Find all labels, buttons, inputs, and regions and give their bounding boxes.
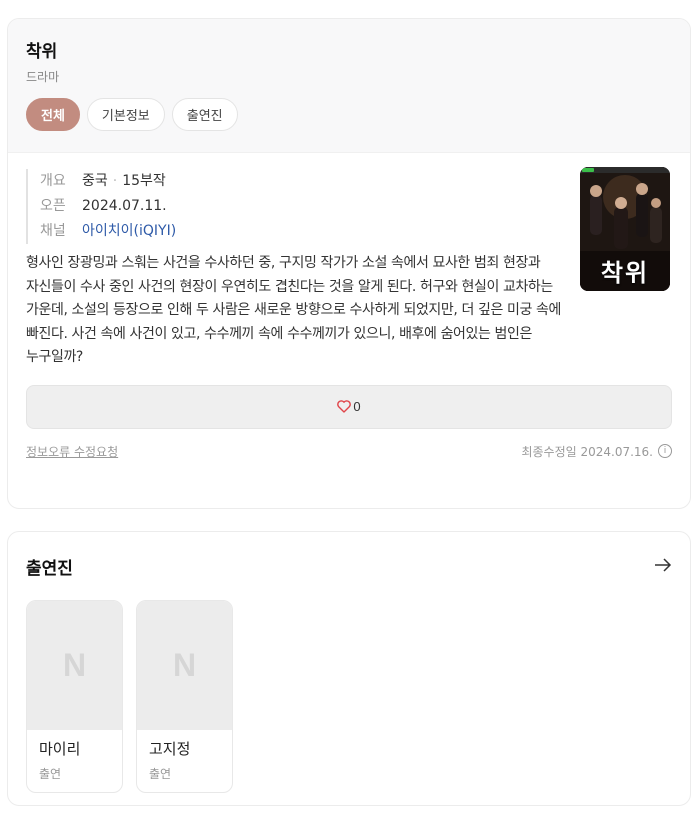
- channel-link[interactable]: 아이치이(iQIYI): [82, 219, 176, 244]
- tab-basic-info[interactable]: 기본정보: [86, 98, 165, 131]
- cast-name: 고지정: [149, 740, 191, 758]
- report-error-link[interactable]: 정보오류 수정요청: [26, 443, 118, 460]
- meta-open-date: 2024.07.11.: [82, 198, 167, 214]
- drama-poster[interactable]: 착위: [580, 167, 670, 291]
- like-count: 0: [353, 399, 361, 415]
- meta-episodes: 15부작: [122, 173, 166, 189]
- cast-name: 마이리: [39, 740, 81, 758]
- n-logo-icon: N: [62, 647, 87, 683]
- tab-all[interactable]: 전체: [26, 98, 80, 131]
- drama-title: 착위: [26, 42, 58, 62]
- info-tabs: 전체 기본정보 출연진: [26, 98, 672, 131]
- heart-icon: [337, 400, 352, 414]
- meta-overview: 개요 중국 · 15부작: [40, 169, 326, 194]
- info-footer: 정보오류 수정요청 최종수정일 2024.07.16. i: [26, 443, 672, 460]
- like-button[interactable]: 0: [26, 384, 672, 429]
- info-header: 착위 드라마 전체 기본정보 출연진: [8, 19, 690, 153]
- meta-open-key: 오픈: [40, 198, 66, 214]
- n-logo-icon: N: [172, 647, 197, 683]
- cast-header: 출연진: [8, 532, 690, 579]
- last-updated: 최종수정일 2024.07.16. i: [521, 443, 672, 460]
- cast-list: N 마이리 출연 N 고지정 출연: [8, 579, 690, 793]
- arrow-right-icon[interactable]: [654, 556, 672, 577]
- info-body: 개요 중국 · 15부작 오픈 2024.07.11. 채널 아이치이(iQIYI): [8, 153, 690, 460]
- cast-member[interactable]: N 고지정 출연: [136, 600, 233, 793]
- meta-list: 개요 중국 · 15부작 오픈 2024.07.11. 채널 아이치이(iQIYI): [26, 169, 326, 244]
- meta-open: 오픈 2024.07.11.: [40, 194, 326, 219]
- meta-overview-value: 중국 · 15부작: [82, 169, 166, 194]
- cast-member[interactable]: N 마이리 출연: [26, 600, 123, 793]
- poster-title: 착위: [600, 259, 650, 287]
- meta-separator-dot: ·: [112, 173, 118, 189]
- synopsis-text: 형사인 장광밍과 스훠는 사건을 수사하던 중, 구지밍 작가가 소설 속에서 …: [26, 255, 561, 366]
- info-icon[interactable]: i: [658, 444, 672, 459]
- cast-photo-placeholder: N: [27, 601, 122, 730]
- cast-card: 출연진 N 마이리 출연 N 고지정 출연: [7, 531, 691, 806]
- meta-country: 중국: [82, 173, 108, 189]
- cast-photo-placeholder: N: [137, 601, 232, 730]
- drama-info-card: 착위 드라마 전체 기본정보 출연진 개요 중국 · 15부작 오픈 2024.07…: [7, 18, 691, 509]
- meta-channel-key: 채널: [40, 223, 66, 239]
- cast-role: 출연: [149, 767, 172, 781]
- meta-overview-key: 개요: [40, 173, 66, 189]
- meta-channel: 채널 아이치이(iQIYI): [40, 219, 326, 244]
- cast-role: 출연: [39, 767, 62, 781]
- tab-cast[interactable]: 출연진: [171, 98, 238, 131]
- cast-section-title: 출연진: [26, 559, 73, 579]
- drama-genre: 드라마: [26, 70, 60, 84]
- last-updated-text: 최종수정일 2024.07.16.: [521, 444, 653, 459]
